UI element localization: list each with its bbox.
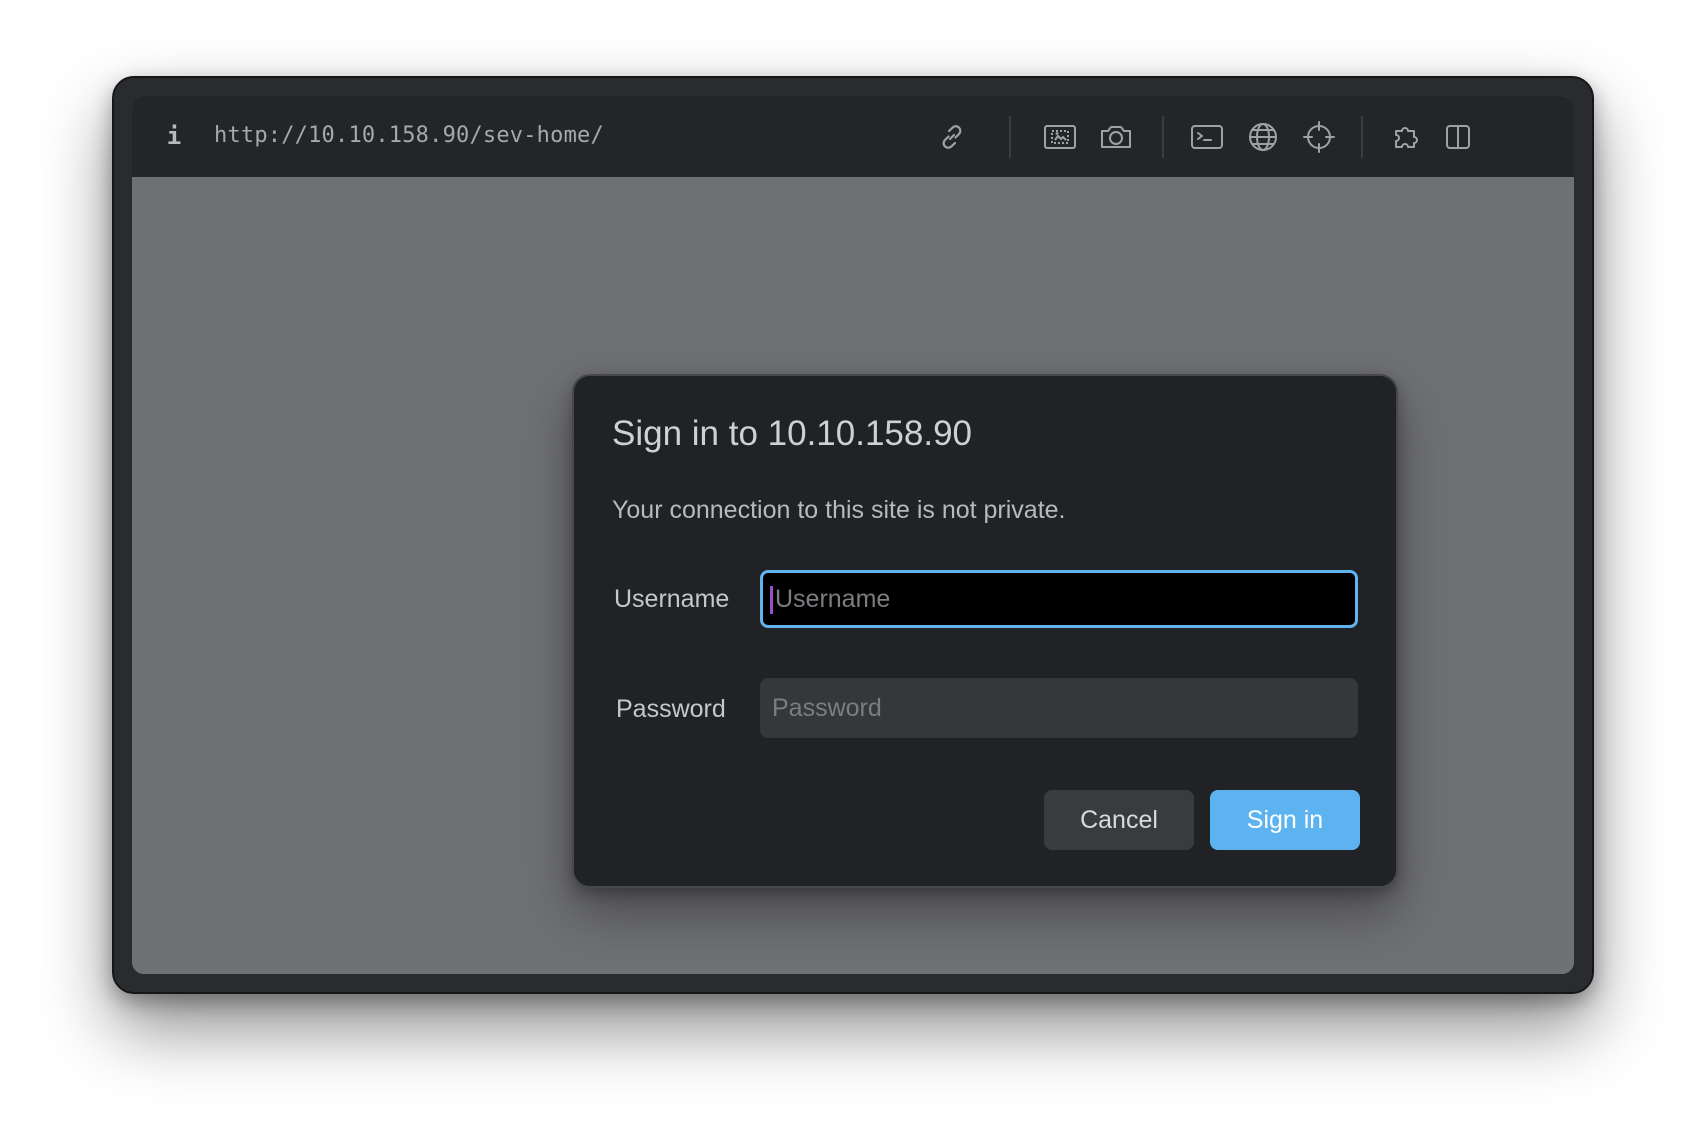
screenshot-area-icon[interactable] — [1040, 117, 1080, 157]
sign-in-dialog: Sign in to 10.10.158.90 Your connection … — [572, 374, 1398, 888]
cancel-button[interactable]: Cancel — [1044, 790, 1194, 850]
extensions-icon[interactable] — [1388, 117, 1428, 157]
toolbar-separator — [1009, 116, 1011, 158]
browser-content-frame: i http://10.10.158.90/sev-home/ Sign in … — [132, 96, 1574, 974]
crosshair-icon[interactable] — [1299, 117, 1339, 157]
text-cursor — [770, 586, 773, 614]
camera-icon[interactable] — [1096, 117, 1136, 157]
info-icon[interactable]: i — [164, 118, 184, 154]
toolbar-separator — [1162, 116, 1164, 158]
username-input[interactable] — [760, 570, 1358, 628]
terminal-icon[interactable] — [1187, 117, 1227, 157]
globe-icon[interactable] — [1243, 117, 1283, 157]
address-bar-url[interactable]: http://10.10.158.90/sev-home/ — [214, 118, 604, 154]
dialog-message: Your connection to this site is not priv… — [612, 496, 1066, 524]
username-label: Username — [614, 585, 730, 613]
browser-window: i http://10.10.158.90/sev-home/ Sign in … — [112, 76, 1594, 994]
password-label: Password — [616, 695, 726, 723]
password-input[interactable] — [760, 678, 1358, 738]
dialog-title: Sign in to 10.10.158.90 — [612, 414, 973, 453]
sign-in-button[interactable]: Sign in — [1210, 790, 1360, 850]
link-icon[interactable] — [932, 117, 972, 157]
browser-toolbar: i http://10.10.158.90/sev-home/ — [132, 96, 1574, 177]
split-view-icon[interactable] — [1438, 117, 1478, 157]
toolbar-separator — [1361, 116, 1363, 158]
